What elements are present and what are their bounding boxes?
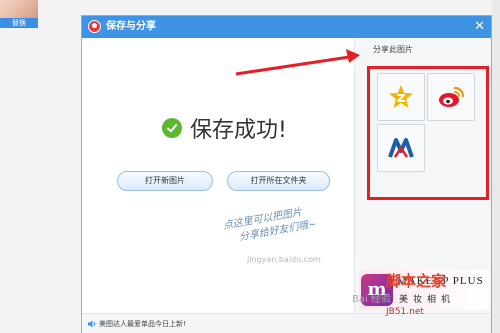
baidu-watermark: Bai 经验 [352, 294, 391, 305]
site-url-watermark: JB51.net [386, 307, 424, 317]
jingyan-watermark: jingyan.baidu.com [247, 255, 321, 264]
site-watermark: 脚本之家 [386, 272, 447, 290]
